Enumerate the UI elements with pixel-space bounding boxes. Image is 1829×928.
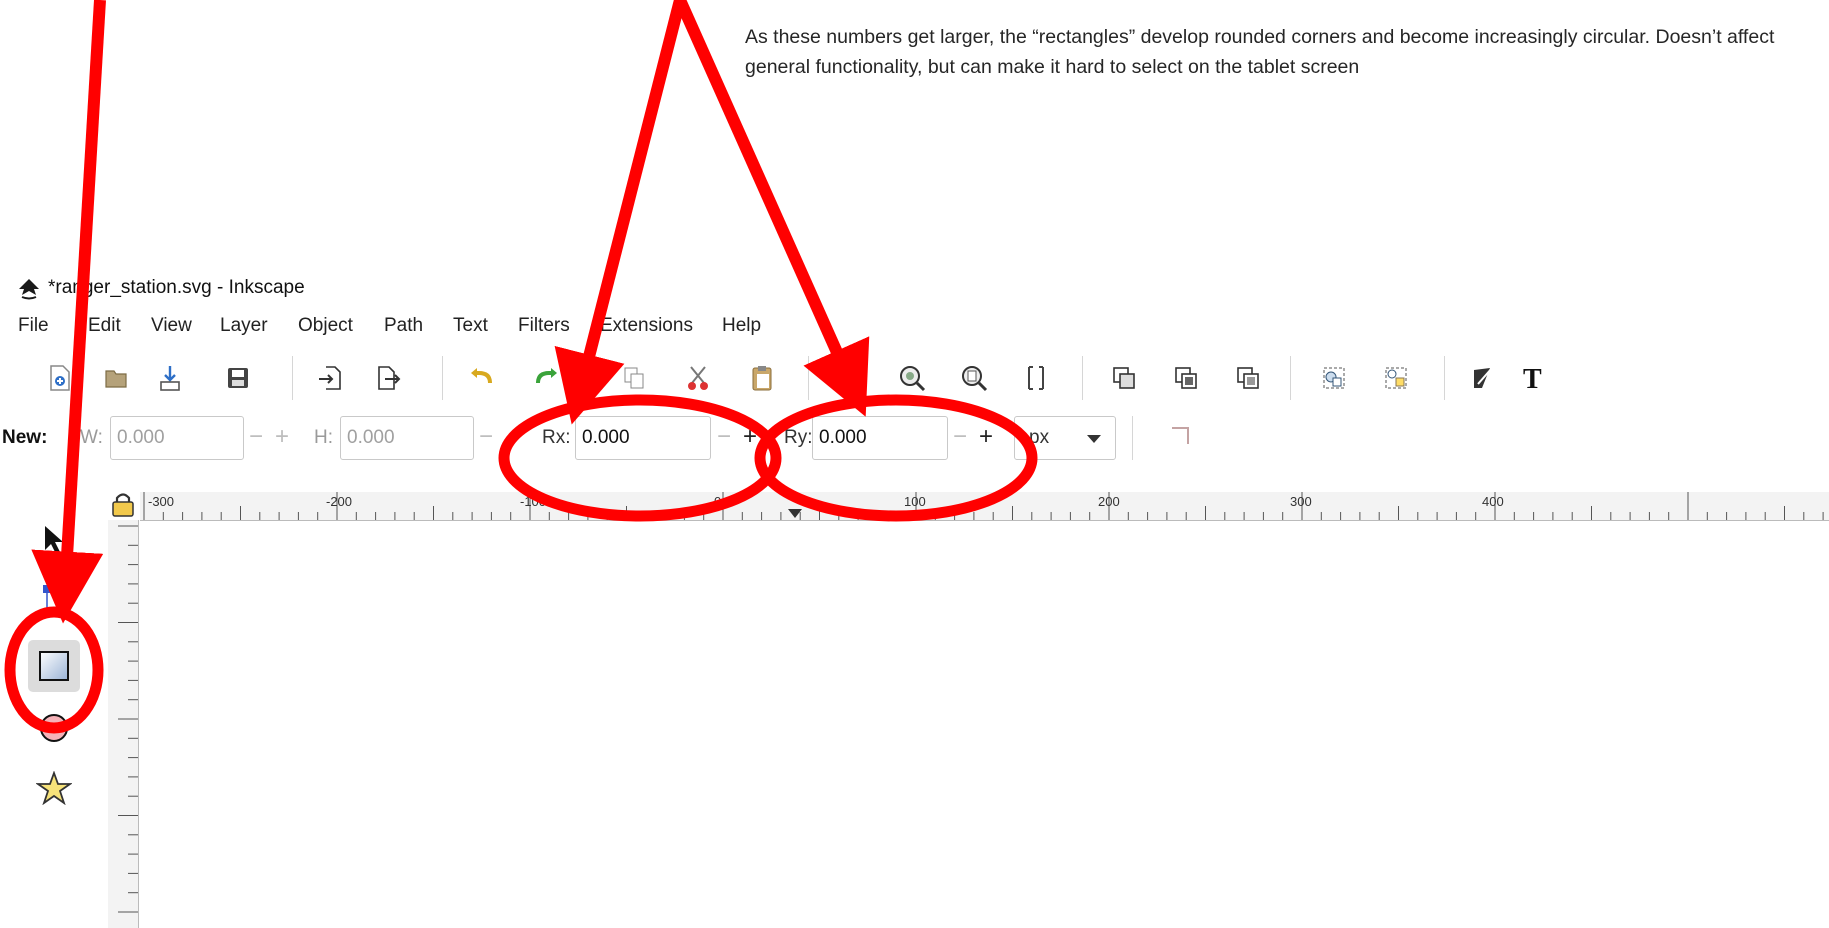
window-title: *ranger_station.svg - Inkscape — [48, 277, 305, 298]
svg-text:T: T — [1523, 364, 1542, 393]
import-icon[interactable] — [310, 358, 350, 398]
unit-dropdown[interactable]: px — [1014, 416, 1116, 460]
copy-icon[interactable] — [614, 358, 654, 398]
ry-field[interactable]: 0.000 — [812, 416, 948, 460]
selector-tool-icon[interactable] — [28, 514, 80, 566]
commands-toolbar: T — [0, 348, 1829, 408]
rx-label: Rx: — [542, 427, 571, 448]
new-label: New: — [2, 427, 48, 448]
clone-icon[interactable] — [1166, 358, 1206, 398]
ry-value: 0.000 — [819, 427, 867, 448]
height-decrement-button[interactable]: − — [476, 416, 496, 458]
width-field[interactable]: 0.000 — [110, 416, 244, 460]
menu-view[interactable]: View — [151, 315, 192, 337]
menu-edit[interactable]: Edit — [88, 315, 121, 337]
width-decrement-button[interactable]: − — [246, 416, 266, 458]
menu-bar: File Edit View Layer Object Path Text Fi… — [0, 309, 1829, 343]
height-label: H: — [314, 427, 333, 448]
rectangle-tool-icon[interactable] — [28, 640, 80, 692]
menu-path[interactable]: Path — [384, 315, 423, 337]
star-tool-icon[interactable] — [28, 762, 80, 814]
title-bar: *ranger_station.svg - Inkscape — [0, 268, 1829, 306]
toolbar-separator — [442, 356, 443, 400]
toolbar-separator — [292, 356, 293, 400]
height-value: 0.000 — [347, 427, 395, 448]
zoom-page-icon[interactable] — [954, 358, 994, 398]
ry-label: Ry: — [784, 427, 813, 448]
zoom-page-width-icon[interactable] — [1016, 358, 1056, 398]
width-increment-button[interactable]: + — [272, 416, 292, 458]
ruler-position-marker — [788, 509, 802, 518]
ry-decrement-button[interactable]: − — [950, 416, 970, 458]
unlink-clone-icon[interactable] — [1228, 358, 1268, 398]
horizontal-ruler[interactable]: -300 -200 -100 0 100 200 300 400 — [140, 492, 1829, 521]
menu-layer[interactable]: Layer — [220, 315, 268, 337]
ruler-label: 200 — [1098, 494, 1120, 509]
toolbar-separator — [808, 356, 809, 400]
menu-file[interactable]: File — [18, 315, 49, 337]
menu-help[interactable]: Help — [722, 315, 761, 337]
fill-stroke-icon[interactable] — [1464, 358, 1504, 398]
menu-extensions[interactable]: Extensions — [600, 315, 693, 337]
open-icon[interactable] — [96, 358, 136, 398]
redo-icon[interactable] — [526, 358, 566, 398]
ruler-ticks — [143, 492, 1824, 520]
ruler-label: 0 — [714, 494, 722, 509]
rect-tool-controls: New: W: 0.000 − + H: 0.000 − Rx: 0.000 −… — [0, 408, 1829, 468]
lock-guides-icon[interactable] — [110, 490, 136, 518]
paste-icon[interactable] — [742, 358, 782, 398]
ruler-label: 100 — [904, 494, 926, 509]
chevron-down-icon — [1087, 435, 1101, 443]
menu-object[interactable]: Object — [298, 315, 353, 337]
save-as-icon[interactable] — [150, 358, 190, 398]
rx-value: 0.000 — [582, 427, 630, 448]
print-icon[interactable] — [218, 358, 258, 398]
ruler-label: -100 — [520, 494, 547, 509]
width-value: 0.000 — [117, 427, 165, 448]
inkscape-window: *ranger_station.svg - Inkscape File Edit… — [0, 268, 1829, 928]
toolbox — [0, 504, 106, 928]
width-label: W: — [80, 427, 103, 448]
zoom-selection-icon[interactable] — [830, 358, 870, 398]
new-document-icon[interactable] — [40, 358, 80, 398]
group-icon[interactable] — [1314, 358, 1354, 398]
menu-text[interactable]: Text — [453, 315, 488, 337]
duplicate-icon[interactable] — [1104, 358, 1144, 398]
undo-icon[interactable] — [462, 358, 502, 398]
toolbar-separator — [1082, 356, 1083, 400]
ellipse-tool-icon[interactable] — [28, 702, 80, 754]
rx-field[interactable]: 0.000 — [575, 416, 711, 460]
annotation-text: As these numbers get larger, the “rectan… — [745, 26, 1775, 78]
rx-decrement-button[interactable]: − — [714, 416, 734, 458]
ruler-label: -300 — [148, 494, 175, 509]
reset-corners-icon[interactable] — [1160, 416, 1200, 456]
toolbar-separator — [1444, 356, 1445, 400]
ruler-label: -200 — [326, 494, 353, 509]
vertical-ruler[interactable] — [108, 520, 139, 928]
height-field[interactable]: 0.000 — [340, 416, 474, 460]
toolbar-separator — [588, 356, 589, 400]
ruler-label: 300 — [1290, 494, 1312, 509]
zoom-drawing-icon[interactable] — [892, 358, 932, 398]
ruler-ticks — [118, 525, 138, 913]
ungroup-icon[interactable] — [1376, 358, 1416, 398]
toolbar-separator — [1290, 356, 1291, 400]
text-font-icon[interactable]: T — [1514, 358, 1554, 398]
cut-icon[interactable] — [678, 358, 718, 398]
node-tool-icon[interactable] — [28, 574, 80, 626]
export-icon[interactable] — [368, 358, 408, 398]
unit-value: px — [1029, 427, 1050, 448]
menu-filters[interactable]: Filters — [518, 315, 570, 337]
inkscape-logo-icon — [19, 279, 39, 300]
toolbar-separator — [1132, 416, 1133, 460]
ruler-label: 400 — [1482, 494, 1504, 509]
ry-increment-button[interactable]: + — [976, 416, 996, 458]
drawing-canvas[interactable] — [139, 521, 1829, 928]
rx-increment-button[interactable]: + — [740, 416, 760, 458]
